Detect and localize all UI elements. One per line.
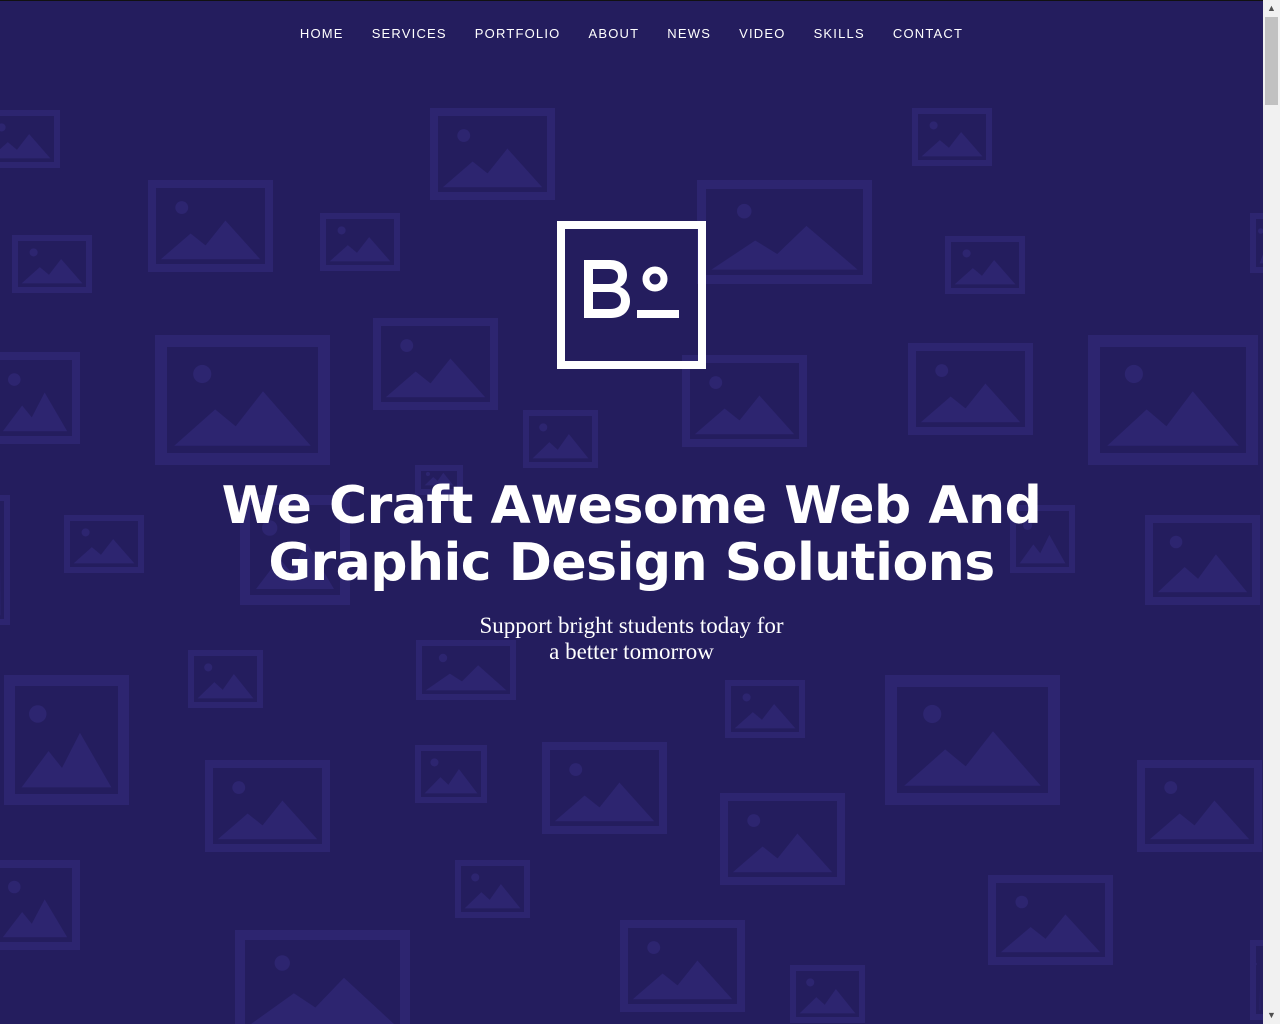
image-placeholder-icon [1137, 760, 1262, 852]
image-placeholder-icon [430, 108, 555, 200]
vertical-scrollbar[interactable]: ▲ ▼ [1263, 0, 1280, 1024]
image-placeholder-icon [235, 930, 410, 1024]
headline-line-2: Graphic Design Solutions [268, 533, 995, 593]
scrollbar-thumb[interactable] [1265, 17, 1278, 105]
subtitle-line-2: a better tomorrow [549, 639, 714, 664]
nav-news[interactable]: NEWS [653, 24, 725, 44]
nav-skills[interactable]: SKILLS [800, 24, 879, 44]
image-placeholder-icon [0, 860, 80, 950]
image-placeholder-icon [885, 675, 1060, 805]
nav-video[interactable]: VIDEO [725, 24, 799, 44]
image-placeholder-icon [12, 235, 92, 293]
image-placeholder-icon [320, 213, 400, 271]
image-placeholder-icon [455, 860, 530, 918]
image-placeholder-icon [725, 680, 805, 738]
image-placeholder-icon [682, 355, 807, 447]
nav-portfolio[interactable]: PORTFOLIO [461, 24, 575, 44]
image-placeholder-icon [0, 110, 60, 168]
image-placeholder-icon [155, 335, 330, 465]
image-placeholder-icon [620, 920, 745, 1012]
image-placeholder-icon [523, 410, 598, 468]
image-placeholder-icon [1250, 213, 1263, 273]
subtitle-line-1: Support bright students today for [479, 613, 784, 638]
top-border [0, 0, 1263, 1]
image-placeholder-icon [945, 236, 1025, 294]
image-placeholder-icon [373, 318, 498, 410]
hero-headline: We Craft Awesome Web And Graphic Design … [0, 478, 1263, 592]
nav-services[interactable]: SERVICES [358, 24, 461, 44]
image-placeholder-icon [790, 965, 865, 1023]
image-placeholder-icon [0, 352, 80, 444]
hero-subtitle: Support bright students today for a bett… [0, 613, 1263, 665]
nav-contact[interactable]: CONTACT [879, 24, 977, 44]
image-placeholder-icon [415, 745, 487, 803]
main-nav: HOME SERVICES PORTFOLIO ABOUT NEWS VIDEO… [0, 24, 1263, 44]
image-placeholder-icon [912, 108, 992, 166]
image-placeholder-icon [697, 180, 872, 284]
page-background: HOME SERVICES PORTFOLIO ABOUT NEWS VIDEO… [0, 0, 1263, 1024]
scroll-down-arrow-icon[interactable]: ▼ [1263, 1007, 1280, 1024]
scroll-up-arrow-icon[interactable]: ▲ [1263, 0, 1280, 17]
image-placeholder-icon [205, 760, 330, 852]
image-placeholder-icon [988, 875, 1113, 965]
image-placeholder-icon [148, 180, 273, 272]
nav-home[interactable]: HOME [286, 24, 358, 44]
image-placeholder-icon [1250, 940, 1263, 1020]
image-placeholder-icon [1088, 335, 1258, 465]
image-placeholder-icon [4, 675, 129, 805]
nav-about[interactable]: ABOUT [574, 24, 653, 44]
bo-logo-icon[interactable] [557, 221, 706, 369]
image-placeholder-icon [908, 343, 1033, 435]
image-placeholder-icon [542, 742, 667, 834]
headline-line-1: We Craft Awesome Web And [221, 476, 1042, 536]
image-placeholder-icon [720, 793, 845, 885]
